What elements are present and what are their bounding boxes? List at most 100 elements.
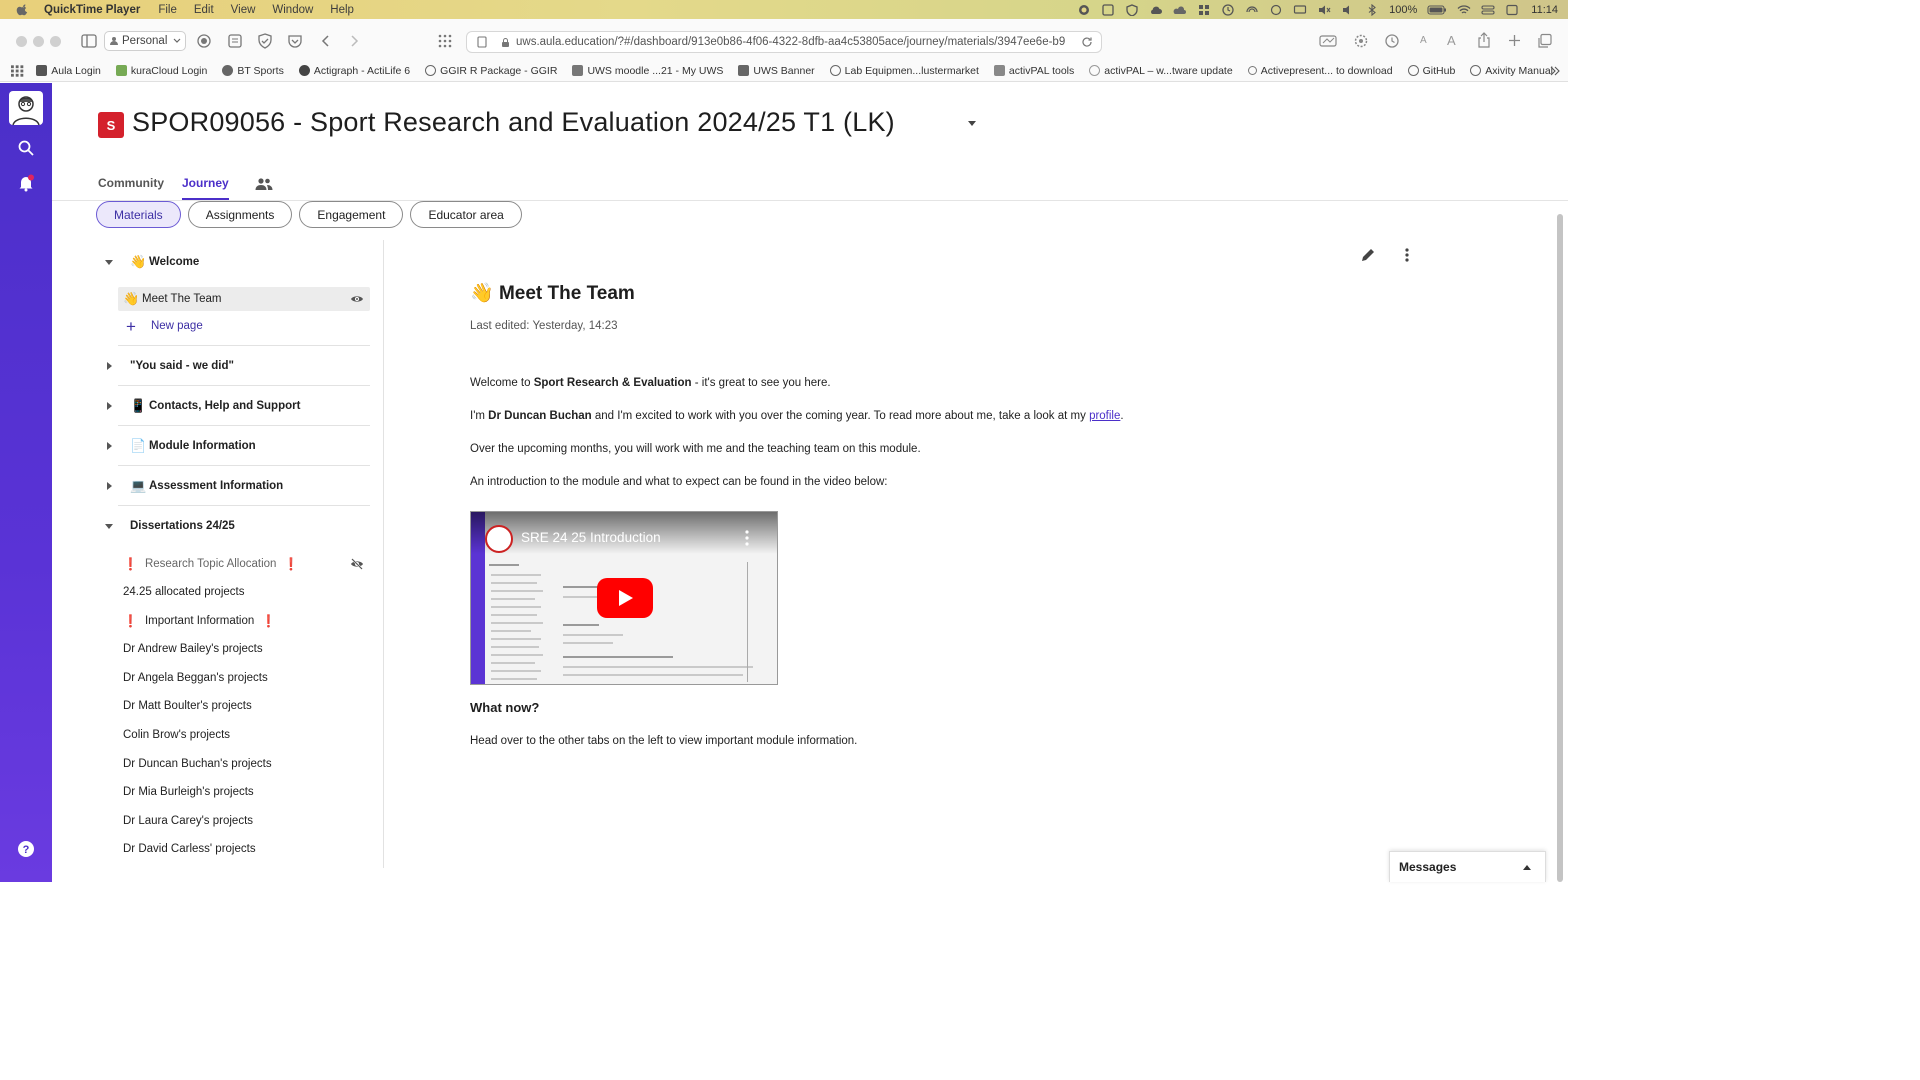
tab-journey[interactable]: Journey: [182, 176, 229, 200]
back-arrow-icon[interactable]: [319, 33, 333, 49]
subtab-educator-area[interactable]: Educator area: [410, 201, 522, 228]
page-important-information[interactable]: ❗ Important Information ❗: [118, 609, 370, 633]
menu-edit[interactable]: Edit: [194, 4, 214, 16]
close-window-button[interactable]: [16, 36, 27, 47]
vpn-icon[interactable]: [1269, 4, 1283, 16]
minimize-window-button[interactable]: [33, 36, 44, 47]
pocket-icon[interactable]: [286, 33, 304, 49]
bookmark-lab-equipment[interactable]: Lab Equipmen...lustermarket: [829, 65, 979, 77]
menu-view[interactable]: View: [231, 4, 256, 16]
more-options-icon[interactable]: [1402, 247, 1412, 263]
battery-icon[interactable]: [1427, 4, 1447, 16]
bookmark-bt-sports[interactable]: BT Sports: [222, 65, 284, 77]
course-dropdown-caret-icon[interactable]: [968, 121, 976, 126]
page-research-topic-allocation[interactable]: ❗ Research Topic Allocation ❗: [118, 552, 370, 576]
clock[interactable]: 11:14: [1531, 4, 1558, 16]
bookmark-uws-moodle[interactable]: UWS moodle ...21 - My UWS: [572, 65, 723, 77]
profile-link[interactable]: profile: [1089, 410, 1120, 422]
section-welcome[interactable]: 👋 Welcome: [96, 242, 370, 282]
display-icon[interactable]: [1293, 4, 1307, 16]
bookmark-actigraph[interactable]: Actigraph - ActiLife 6: [298, 65, 410, 77]
expand-caret-icon[interactable]: [101, 361, 117, 371]
edit-pencil-icon[interactable]: [1360, 247, 1376, 263]
section-you-said-we-did[interactable]: "You said - we did": [96, 346, 370, 386]
page-boulter-projects[interactable]: Dr Matt Boulter's projects: [118, 694, 370, 718]
menu-window[interactable]: Window: [272, 4, 313, 16]
page-brow-projects[interactable]: Colin Brow's projects: [118, 723, 370, 747]
section-module-information[interactable]: 📄 Module Information: [96, 426, 370, 466]
sidebar-extension-icon[interactable]: [1318, 33, 1338, 49]
new-tab-plus-icon[interactable]: [1507, 33, 1522, 48]
bookmark-axivity[interactable]: Axivity Manual: [1470, 65, 1553, 77]
wifi-icon[interactable]: [1457, 4, 1471, 16]
privacy-shield-icon[interactable]: [195, 33, 213, 49]
section-assessment-information[interactable]: 💻 Assessment Information: [96, 466, 370, 506]
avatar[interactable]: [9, 91, 43, 125]
page-beggan-projects[interactable]: Dr Angela Beggan's projects: [118, 666, 370, 690]
subtab-assignments[interactable]: Assignments: [187, 201, 293, 228]
profile-selector[interactable]: Personal: [104, 31, 186, 51]
grid-app-icon[interactable]: [1197, 4, 1211, 16]
video-title[interactable]: SRE 24 25 Introduction: [521, 530, 661, 545]
sidebar-toggle-icon[interactable]: [79, 31, 99, 51]
bookmark-activepresent[interactable]: Activepresent... to download: [1247, 65, 1393, 77]
messages-panel-toggle[interactable]: Messages: [1389, 851, 1546, 882]
notifications-bell-icon[interactable]: [17, 174, 35, 192]
youtube-video-embed[interactable]: SRE 24 25 Introduction: [470, 511, 778, 685]
text-smaller-icon[interactable]: A: [1420, 35, 1427, 46]
time-machine-icon[interactable]: [1221, 3, 1235, 16]
help-icon[interactable]: ?: [17, 840, 35, 858]
tabs-overview-icon[interactable]: [1537, 33, 1553, 49]
speaker-icon[interactable]: [1341, 4, 1355, 16]
app-name-menu[interactable]: QuickTime Player: [44, 4, 140, 16]
page-scrollbar[interactable]: [1557, 214, 1563, 882]
channel-logo-icon[interactable]: [485, 525, 513, 553]
reload-icon[interactable]: [1081, 36, 1093, 48]
mute-icon[interactable]: [1317, 4, 1331, 16]
page-carless-projects[interactable]: Dr David Carless' projects: [118, 837, 370, 861]
forward-arrow-icon[interactable]: [347, 33, 361, 49]
bluetooth-icon[interactable]: [1365, 3, 1379, 16]
page-buchan-projects[interactable]: Dr Duncan Buchan's projects: [118, 752, 370, 776]
menu-help[interactable]: Help: [330, 4, 354, 16]
video-more-icon[interactable]: [745, 530, 749, 546]
reader-extension-icon[interactable]: [226, 33, 244, 49]
tab-overview-icon[interactable]: [437, 33, 453, 49]
page-burleigh-projects[interactable]: Dr Mia Burleigh's projects: [118, 780, 370, 804]
cloud-icon[interactable]: [1149, 4, 1163, 16]
notification-center-icon[interactable]: [1505, 4, 1519, 16]
shield-icon[interactable]: [1125, 3, 1139, 16]
control-center-icon[interactable]: [1481, 4, 1495, 16]
visible-eye-icon[interactable]: [350, 293, 364, 305]
bookmark-aula-login[interactable]: Aula Login: [36, 65, 101, 77]
bookmark-activpal-tools[interactable]: activPAL tools: [993, 65, 1074, 77]
history-clock-icon[interactable]: [1384, 33, 1400, 49]
course-title[interactable]: SPOR09056 - Sport Research and Evaluatio…: [132, 107, 895, 138]
settings-gear-icon[interactable]: [1353, 33, 1369, 49]
onedrive-icon[interactable]: [1173, 4, 1187, 16]
page-allocated-projects[interactable]: 24.25 allocated projects: [118, 580, 370, 604]
bookmark-uws-banner[interactable]: UWS Banner: [738, 65, 815, 77]
apps-grid-icon[interactable]: [11, 64, 24, 77]
people-icon[interactable]: [255, 177, 273, 191]
airdrop-icon[interactable]: [1245, 4, 1259, 16]
address-bar[interactable]: uws.aula.education/?#/dashboard/913e0b86…: [466, 31, 1102, 53]
subtab-engagement[interactable]: Engagement: [299, 201, 404, 228]
new-page-button[interactable]: + New page: [118, 314, 370, 338]
expand-caret-icon[interactable]: [101, 441, 117, 451]
zoom-window-button[interactable]: [50, 36, 61, 47]
share-icon[interactable]: [1476, 32, 1492, 49]
expand-caret-icon[interactable]: [101, 481, 117, 491]
tab-community[interactable]: Community: [98, 176, 164, 190]
record-icon[interactable]: [1077, 4, 1091, 16]
page-bailey-projects[interactable]: Dr Andrew Bailey's projects: [118, 637, 370, 661]
search-icon[interactable]: [17, 139, 35, 157]
expand-caret-icon[interactable]: [101, 401, 117, 411]
screenshot-icon[interactable]: [1101, 3, 1115, 16]
page-carey-projects[interactable]: Dr Laura Carey's projects: [118, 809, 370, 833]
more-bookmarks-chevron-icon[interactable]: [1550, 66, 1560, 76]
adblock-shield-icon[interactable]: [256, 33, 274, 49]
collapse-caret-icon[interactable]: [101, 257, 117, 267]
section-contacts-help-support[interactable]: 📱 Contacts, Help and Support: [96, 386, 370, 426]
menu-file[interactable]: File: [158, 4, 177, 16]
